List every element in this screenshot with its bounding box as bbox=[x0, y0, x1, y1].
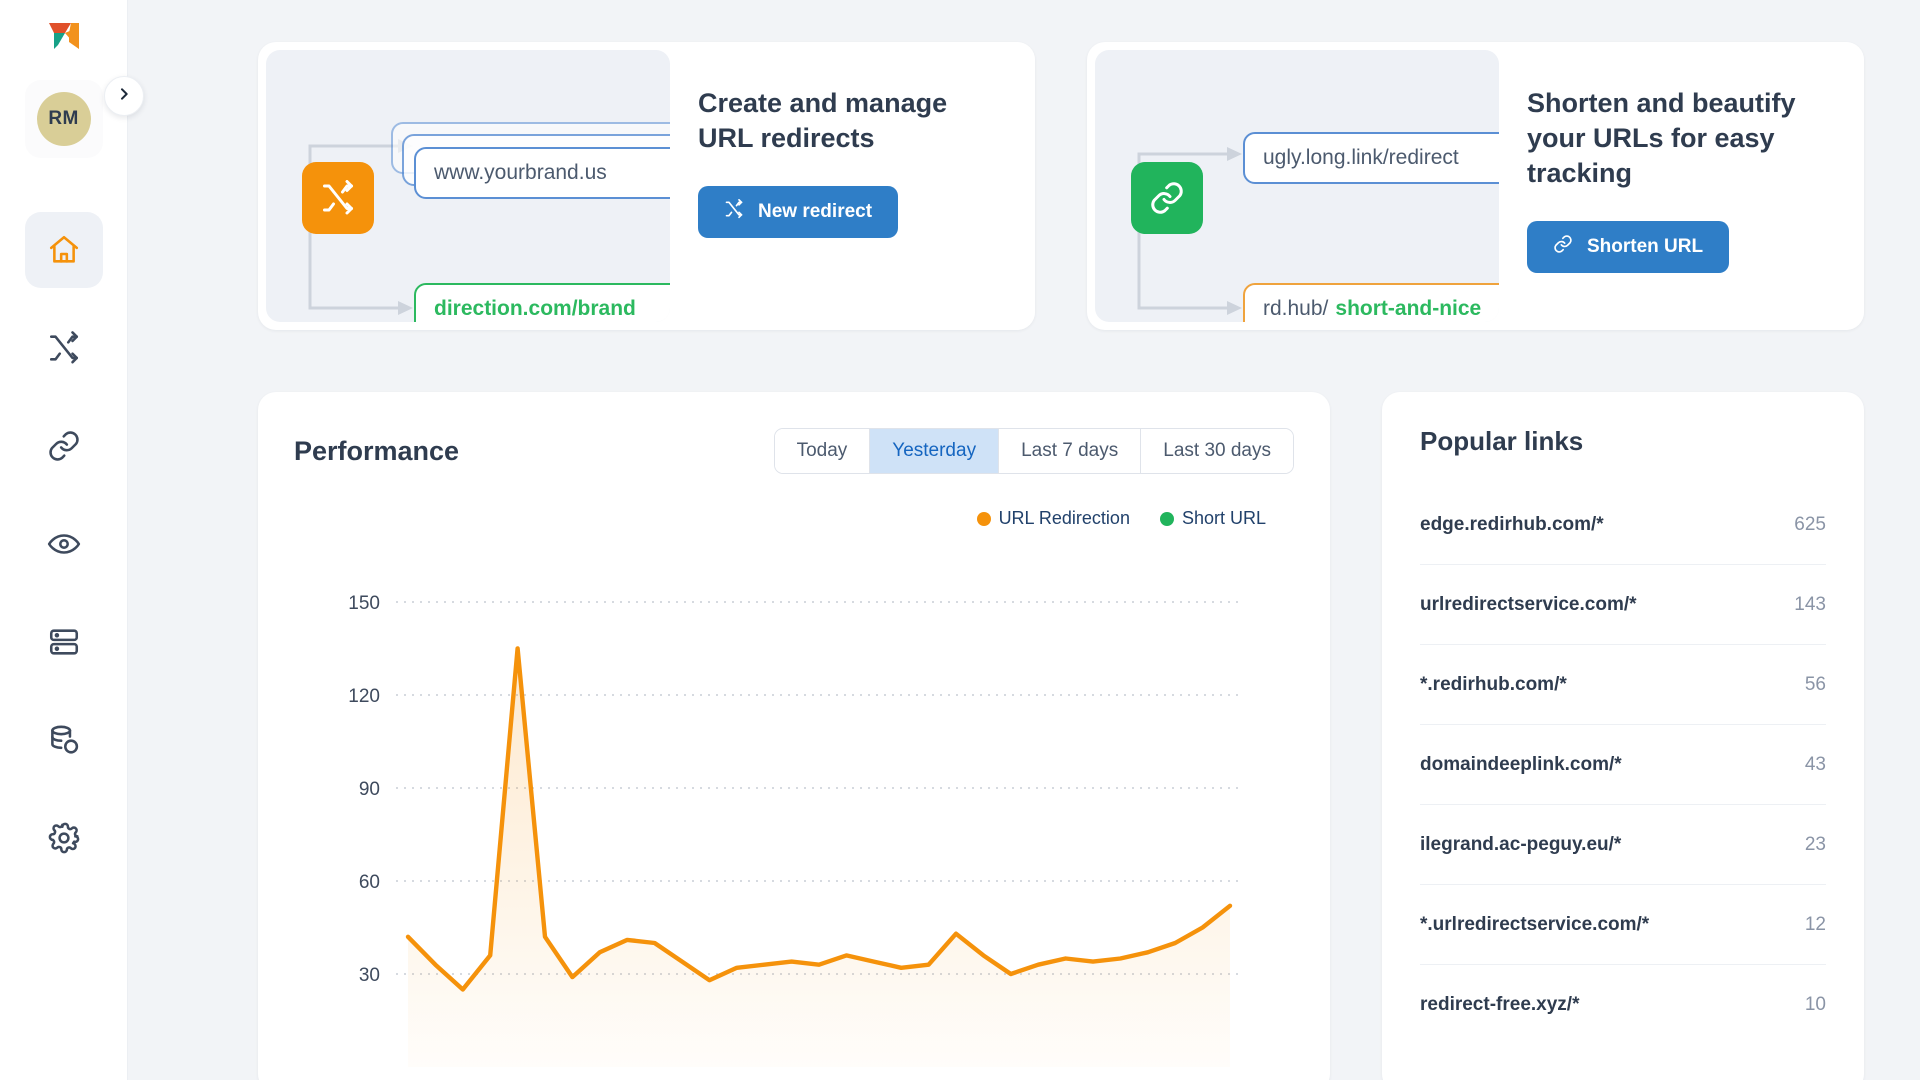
chart-area-fill bbox=[408, 649, 1230, 1068]
popular-link-count: 10 bbox=[1805, 994, 1826, 1016]
shuffle-icon bbox=[724, 199, 744, 225]
new-redirect-button[interactable]: New redirect bbox=[698, 186, 898, 238]
promo-illustration-redirects: www.yourbrand.us direction.com/brand bbox=[266, 50, 670, 322]
main-content: www.yourbrand.us direction.com/brand Cre… bbox=[128, 0, 1920, 1080]
redirhub-logo[interactable] bbox=[32, 10, 96, 74]
promo-title: Create and manage URL redirects bbox=[698, 86, 998, 156]
popular-links-list: edge.redirhub.com/* 625 urlredirectservice… bbox=[1420, 485, 1826, 1045]
range-yesterday[interactable]: Yesterday bbox=[870, 429, 999, 473]
popular-links-title: Popular links bbox=[1420, 426, 1826, 457]
popular-link-name: *.urlredirectservice.com/* bbox=[1420, 914, 1649, 936]
range-today[interactable]: Today bbox=[775, 429, 871, 473]
link-icon bbox=[1553, 234, 1573, 260]
shorten-badge-icon bbox=[1131, 162, 1203, 234]
popular-link-name: urlredirectservice.com/* bbox=[1420, 594, 1637, 616]
chart-y-tick-label: 120 bbox=[348, 686, 380, 707]
sidebar-item-links[interactable] bbox=[25, 408, 103, 484]
popular-link-name: domaindeeplink.com/* bbox=[1420, 754, 1622, 776]
promo-text-shorten: Shorten and beautify your URLs for easy … bbox=[1499, 42, 1864, 330]
date-range-selector: Today Yesterday Last 7 days Last 30 days bbox=[774, 428, 1294, 474]
page-title: Performance bbox=[294, 436, 459, 467]
new-redirect-button-label: New redirect bbox=[758, 201, 872, 223]
popular-link-count: 23 bbox=[1805, 834, 1826, 856]
popular-link-name: *.redirhub.com/* bbox=[1420, 674, 1567, 696]
list-item[interactable]: ilegrand.ac-peguy.eu/* 23 bbox=[1420, 805, 1826, 885]
sidebar-item-servers[interactable] bbox=[25, 604, 103, 680]
promo-target-prefix: rd.hub/ bbox=[1263, 297, 1328, 321]
promo-source-url: www.yourbrand.us bbox=[414, 147, 670, 199]
legend-label: Short URL bbox=[1182, 508, 1266, 529]
database-icon bbox=[47, 723, 81, 757]
performance-chart[interactable]: 30 60 90 120 150 bbox=[294, 545, 1294, 1080]
sidebar-item-settings[interactable] bbox=[25, 800, 103, 876]
list-item[interactable]: redirect-free.xyz/* 10 bbox=[1420, 965, 1826, 1045]
popular-link-count: 43 bbox=[1805, 754, 1826, 776]
popular-link-count: 12 bbox=[1805, 914, 1826, 936]
shorten-url-button-label: Shorten URL bbox=[1587, 236, 1703, 258]
chart-legend: URL Redirection Short URL bbox=[294, 508, 1294, 529]
chart-y-tick-label: 30 bbox=[359, 965, 380, 986]
popular-link-count: 625 bbox=[1794, 514, 1826, 536]
sidebar-nav bbox=[0, 212, 127, 876]
avatar[interactable]: RM bbox=[25, 80, 103, 158]
shuffle-icon bbox=[47, 331, 81, 365]
chart-y-tick-label: 60 bbox=[359, 872, 380, 893]
chevron-right-icon bbox=[116, 86, 132, 107]
performance-header: Performance Today Yesterday Last 7 days … bbox=[294, 428, 1294, 474]
promo-illustration-shorten: ugly.long.link/redirect rd.hub/ short-an… bbox=[1095, 50, 1499, 322]
promo-title: Shorten and beautify your URLs for easy … bbox=[1527, 86, 1827, 191]
popular-link-name: edge.redirhub.com/* bbox=[1420, 514, 1604, 536]
promo-target-url: rd.hub/ short-and-nice bbox=[1243, 283, 1499, 322]
performance-card: Performance Today Yesterday Last 7 days … bbox=[258, 392, 1330, 1080]
server-icon bbox=[47, 625, 81, 659]
dashboard-row: Performance Today Yesterday Last 7 days … bbox=[258, 392, 1864, 1080]
promo-text-redirects: Create and manage URL redirects New redi… bbox=[670, 42, 1035, 330]
sidebar-item-redirects[interactable] bbox=[25, 310, 103, 386]
list-item[interactable]: domaindeeplink.com/* 43 bbox=[1420, 725, 1826, 805]
promo-target-url: direction.com/brand bbox=[414, 283, 670, 322]
legend-item-url-redirection[interactable]: URL Redirection bbox=[977, 508, 1130, 529]
popular-links-card: Popular links edge.redirhub.com/* 625 urlr… bbox=[1382, 392, 1864, 1080]
list-item[interactable]: *.redirhub.com/* 56 bbox=[1420, 645, 1826, 725]
eye-icon bbox=[47, 527, 81, 561]
legend-label: URL Redirection bbox=[999, 508, 1130, 529]
sidebar-item-billing[interactable] bbox=[25, 702, 103, 778]
legend-item-short-url[interactable]: Short URL bbox=[1160, 508, 1266, 529]
avatar-initials: RM bbox=[37, 92, 91, 146]
chart-y-tick-label: 90 bbox=[359, 779, 380, 800]
link-icon bbox=[47, 429, 81, 463]
range-last-30-days[interactable]: Last 30 days bbox=[1141, 429, 1293, 473]
popular-link-name: ilegrand.ac-peguy.eu/* bbox=[1420, 834, 1621, 856]
range-last-7-days[interactable]: Last 7 days bbox=[999, 429, 1141, 473]
sidebar: RM bbox=[0, 0, 128, 1080]
popular-link-count: 143 bbox=[1794, 594, 1826, 616]
promo-card-shorten: ugly.long.link/redirect rd.hub/ short-an… bbox=[1087, 42, 1864, 330]
promo-card-redirects: www.yourbrand.us direction.com/brand Cre… bbox=[258, 42, 1035, 330]
list-item[interactable]: *.urlredirectservice.com/* 12 bbox=[1420, 885, 1826, 965]
legend-dot-icon bbox=[977, 512, 991, 526]
gear-icon bbox=[47, 821, 81, 855]
promo-row: www.yourbrand.us direction.com/brand Cre… bbox=[258, 42, 1864, 330]
list-item[interactable]: edge.redirhub.com/* 625 bbox=[1420, 485, 1826, 565]
popular-link-name: redirect-free.xyz/* bbox=[1420, 994, 1579, 1016]
sidebar-item-home[interactable] bbox=[25, 212, 103, 288]
list-item[interactable]: urlredirectservice.com/* 143 bbox=[1420, 565, 1826, 645]
sidebar-collapse-button[interactable] bbox=[104, 76, 144, 116]
popular-link-count: 56 bbox=[1805, 674, 1826, 696]
chart-y-tick-label: 150 bbox=[348, 593, 380, 614]
promo-source-url: ugly.long.link/redirect bbox=[1243, 132, 1499, 184]
app-root: RM bbox=[0, 0, 1920, 1080]
sidebar-item-monitor[interactable] bbox=[25, 506, 103, 582]
legend-dot-icon bbox=[1160, 512, 1174, 526]
home-icon bbox=[47, 233, 81, 267]
redirect-badge-icon bbox=[302, 162, 374, 234]
promo-target-slug: short-and-nice bbox=[1335, 297, 1481, 321]
shorten-url-button[interactable]: Shorten URL bbox=[1527, 221, 1729, 273]
